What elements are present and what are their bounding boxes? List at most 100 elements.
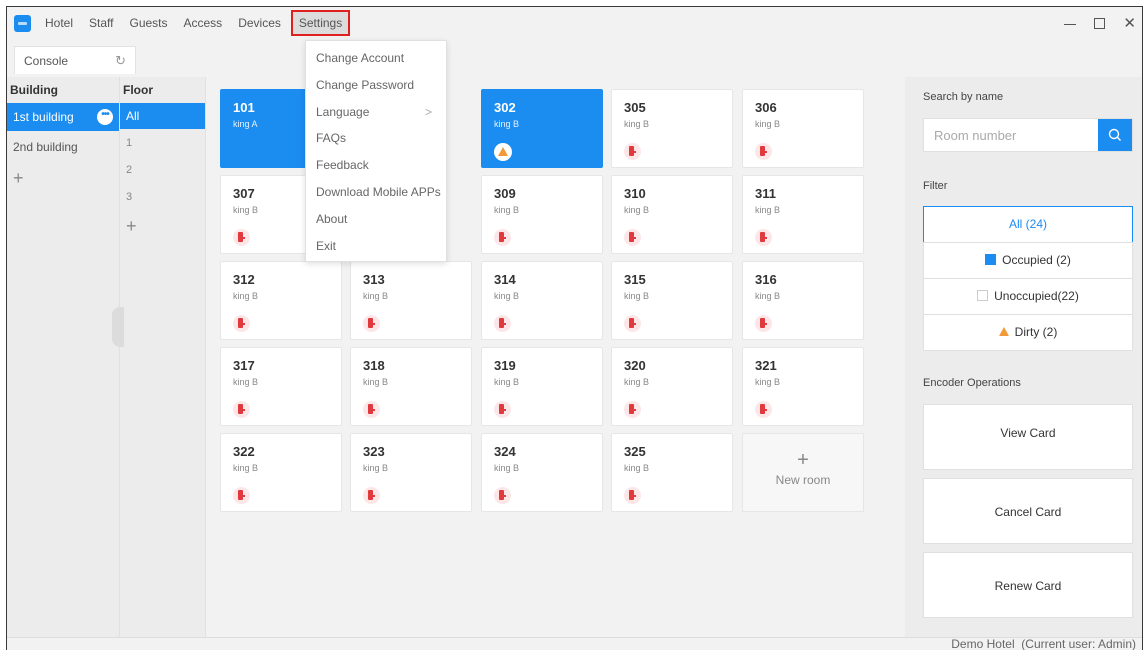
door-lock-icon xyxy=(494,487,511,504)
room-type: king B xyxy=(494,205,520,215)
floor-item-2[interactable]: 2 xyxy=(120,157,205,183)
menu-item-faqs[interactable]: FAQs xyxy=(306,125,446,152)
room-type: king B xyxy=(624,377,650,387)
search-button[interactable] xyxy=(1098,119,1132,151)
menu-item-exit[interactable]: Exit xyxy=(306,233,446,260)
encoder-label: Encoder Operations xyxy=(923,377,1021,389)
view-card-label: View Card xyxy=(1000,426,1056,440)
tab-console-label: Console xyxy=(24,53,69,68)
menu-staff[interactable]: Staff xyxy=(81,7,121,39)
menu-devices[interactable]: Devices xyxy=(230,7,289,39)
cancel-card-button[interactable]: Cancel Card xyxy=(923,478,1133,544)
room-card-305[interactable]: 305 king B xyxy=(611,89,733,168)
app-logo-icon xyxy=(14,14,31,32)
door-lock-icon xyxy=(233,401,250,418)
room-card-324[interactable]: 324 king B xyxy=(481,433,603,512)
room-number: 318 xyxy=(363,358,385,373)
more-icon[interactable]: ••• xyxy=(97,109,113,125)
building-item-2nd[interactable]: 2nd building xyxy=(7,133,119,161)
renew-card-label: Renew Card xyxy=(994,579,1062,593)
floor-item-all[interactable]: All xyxy=(120,103,205,129)
tab-console[interactable]: Console ↻ xyxy=(14,46,136,74)
floor-item-3[interactable]: 3 xyxy=(120,184,205,210)
cancel-card-label: Cancel Card xyxy=(994,505,1062,519)
room-card-323[interactable]: 323 king B xyxy=(350,433,472,512)
refresh-icon[interactable]: ↻ xyxy=(115,53,126,69)
door-lock-icon xyxy=(233,487,250,504)
door-lock-icon xyxy=(363,401,380,418)
dirty-icon xyxy=(494,143,512,161)
room-card-319[interactable]: 319 king B xyxy=(481,347,603,426)
room-card-309[interactable]: 309 king B xyxy=(481,175,603,254)
room-card-302[interactable]: 302 king B xyxy=(481,89,603,168)
room-card-316[interactable]: 316 king B xyxy=(742,261,864,340)
building-header: Building xyxy=(10,83,58,97)
building-list: Building 1st building ••• 2nd building + xyxy=(7,77,120,637)
maximize-icon[interactable] xyxy=(1094,17,1106,29)
room-type: king B xyxy=(755,119,781,129)
room-type: king B xyxy=(755,205,781,215)
search-icon xyxy=(1108,128,1121,141)
window-controls: ✕ xyxy=(1064,7,1136,39)
room-card-317[interactable]: 317 king B xyxy=(220,347,342,426)
room-card-314[interactable]: 314 king B xyxy=(481,261,603,340)
room-card-325[interactable]: 325 king B xyxy=(611,433,733,512)
occupied-square-icon xyxy=(985,254,997,265)
door-lock-icon xyxy=(363,315,380,332)
minimize-icon[interactable] xyxy=(1064,23,1077,25)
menu-item-about[interactable]: About xyxy=(306,206,446,233)
filter-unoccupied-label: Unoccupied(22) xyxy=(994,289,1079,303)
close-icon[interactable]: ✕ xyxy=(1123,16,1136,31)
settings-dropdown: Change Account Change Password Language … xyxy=(305,40,447,262)
add-building-button[interactable]: + xyxy=(7,163,119,193)
room-number: 325 xyxy=(624,444,646,459)
door-lock-icon xyxy=(624,487,641,504)
building-item-label: 1st building xyxy=(13,110,74,124)
room-card-320[interactable]: 320 king B xyxy=(611,347,733,426)
menu-guests[interactable]: Guests xyxy=(121,7,175,39)
room-number: 317 xyxy=(233,358,255,373)
menu-item-change-account[interactable]: Change Account xyxy=(306,45,446,72)
view-card-button[interactable]: View Card xyxy=(923,404,1133,470)
menu-item-feedback[interactable]: Feedback xyxy=(306,152,446,179)
room-type: king B xyxy=(233,463,259,473)
filter-dirty-button[interactable]: Dirty (2) xyxy=(923,314,1133,351)
menu-hotel[interactable]: Hotel xyxy=(37,7,81,39)
room-number: 310 xyxy=(624,186,646,201)
filter-unoccupied-button[interactable]: Unoccupied(22) xyxy=(923,278,1133,315)
room-card-315[interactable]: 315 king B xyxy=(611,261,733,340)
building-item-1st[interactable]: 1st building ••• xyxy=(7,103,119,131)
room-number: 322 xyxy=(233,444,255,459)
collapse-handle[interactable] xyxy=(112,307,124,347)
menu-item-change-password[interactable]: Change Password xyxy=(306,72,446,99)
room-card-313[interactable]: 313 king B xyxy=(350,261,472,340)
door-lock-icon xyxy=(755,143,772,160)
renew-card-button[interactable]: Renew Card xyxy=(923,552,1133,618)
room-number: 315 xyxy=(624,272,646,287)
search-input[interactable] xyxy=(924,119,1100,151)
room-card-311[interactable]: 311 king B xyxy=(742,175,864,254)
room-card-306[interactable]: 306 king B xyxy=(742,89,864,168)
menu-item-download-apps[interactable]: Download Mobile APPs xyxy=(306,179,446,206)
menu-access[interactable]: Access xyxy=(176,7,231,39)
room-card-310[interactable]: 310 king B xyxy=(611,175,733,254)
room-card-312[interactable]: 312 king B xyxy=(220,261,342,340)
floor-item-1[interactable]: 1 xyxy=(120,130,205,156)
room-type: king B xyxy=(494,119,520,129)
add-floor-button[interactable]: + xyxy=(120,211,205,241)
new-room-label: New room xyxy=(775,473,831,487)
door-lock-icon xyxy=(755,229,772,246)
filter-all-button[interactable]: All (24) xyxy=(923,206,1133,243)
room-type: king B xyxy=(494,463,520,473)
filter-occupied-button[interactable]: Occupied (2) xyxy=(923,242,1133,279)
room-type: king B xyxy=(363,463,389,473)
menu-bar: Hotel Staff Guests Access Devices Settin… xyxy=(7,7,1142,39)
room-number: 324 xyxy=(494,444,516,459)
new-room-button[interactable]: + New room xyxy=(742,433,864,512)
menu-settings[interactable]: Settings xyxy=(290,10,351,36)
room-card-318[interactable]: 318 king B xyxy=(350,347,472,426)
room-number: 320 xyxy=(624,358,646,373)
room-card-322[interactable]: 322 king B xyxy=(220,433,342,512)
room-card-321[interactable]: 321 king B xyxy=(742,347,864,426)
menu-item-language[interactable]: Language > xyxy=(306,99,446,126)
